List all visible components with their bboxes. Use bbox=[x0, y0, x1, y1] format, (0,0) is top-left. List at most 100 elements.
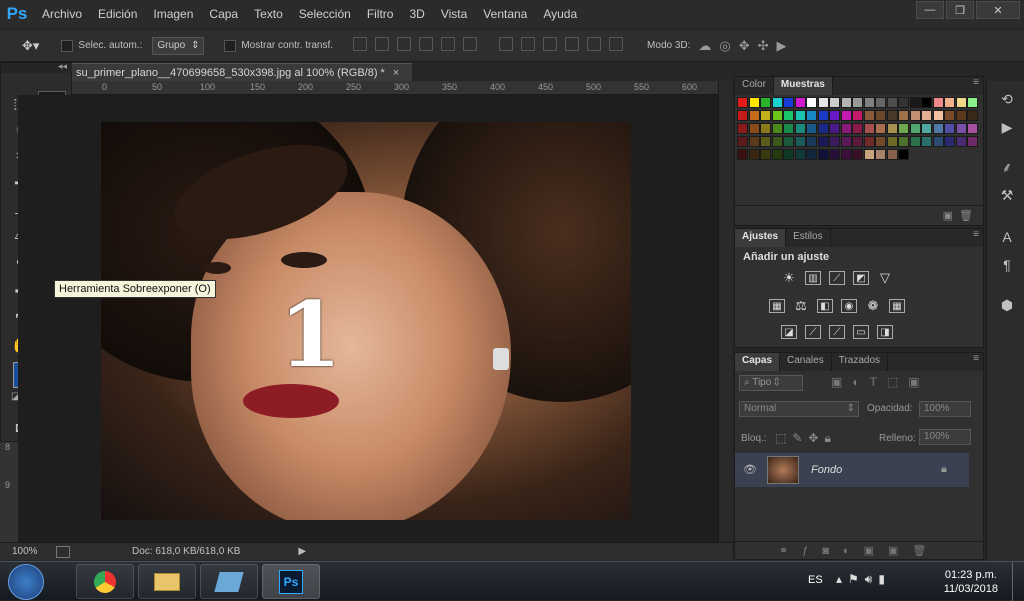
new-swatch-icon[interactable]: ▣ bbox=[943, 209, 953, 222]
color-swatch[interactable] bbox=[737, 149, 748, 160]
color-swatch[interactable] bbox=[886, 110, 898, 121]
tray-icons[interactable]: ▴⚑🔊︎▮ bbox=[836, 572, 891, 587]
color-swatch[interactable] bbox=[760, 136, 771, 147]
photo-filter-icon[interactable]: ◉ bbox=[841, 299, 857, 313]
distribute-right-icon[interactable] bbox=[609, 37, 624, 51]
tab-layers[interactable]: Capas bbox=[735, 353, 781, 371]
color-swatch[interactable] bbox=[886, 136, 898, 147]
show-desktop-button[interactable] bbox=[1012, 562, 1024, 601]
tab-adjustments[interactable]: Ajustes bbox=[735, 229, 787, 247]
clock[interactable]: 01:23 p.m. 11/03/2018 bbox=[944, 568, 998, 596]
color-swatch[interactable] bbox=[748, 97, 760, 108]
color-swatch[interactable] bbox=[967, 136, 978, 147]
vertical-scrollbar[interactable] bbox=[718, 81, 732, 542]
tab-channels[interactable]: Canales bbox=[780, 353, 832, 371]
color-swatch[interactable] bbox=[863, 136, 875, 147]
distribute-bottom-icon[interactable] bbox=[543, 37, 558, 51]
color-swatch[interactable] bbox=[748, 123, 760, 134]
distribute-hcenter-icon[interactable] bbox=[587, 37, 602, 51]
color-swatch[interactable] bbox=[817, 110, 829, 121]
color-swatch[interactable] bbox=[909, 136, 921, 147]
document-tab[interactable]: su_primer_plano__470699658_530x398.jpg a… bbox=[72, 63, 412, 81]
distribute-left-icon[interactable] bbox=[565, 37, 580, 51]
color-swatch[interactable] bbox=[737, 110, 748, 121]
color-swatch[interactable] bbox=[771, 149, 783, 160]
paragraph-icon[interactable]: ¶ bbox=[997, 255, 1017, 275]
color-swatch[interactable] bbox=[852, 123, 863, 134]
status-arrow-icon[interactable]: ▶ bbox=[298, 546, 306, 557]
color-swatch[interactable] bbox=[737, 136, 748, 147]
color-swatch[interactable] bbox=[852, 136, 863, 147]
color-swatch[interactable] bbox=[748, 136, 760, 147]
color-swatch[interactable] bbox=[783, 97, 794, 108]
color-swatch[interactable] bbox=[737, 123, 748, 134]
color-swatch[interactable] bbox=[771, 97, 783, 108]
document-image[interactable]: 1 bbox=[101, 122, 631, 520]
close-button[interactable]: ✕ bbox=[976, 1, 1020, 19]
photoshop-taskbar-button[interactable]: Ps bbox=[262, 564, 320, 599]
collapse-icon[interactable]: ◂◂ bbox=[58, 61, 67, 72]
menu-seleccion[interactable]: Selección bbox=[291, 7, 359, 21]
color-swatch[interactable] bbox=[840, 149, 852, 160]
color-swatch[interactable] bbox=[817, 123, 829, 134]
auto-select-checkbox[interactable] bbox=[61, 39, 74, 52]
color-swatch[interactable] bbox=[909, 110, 921, 121]
color-swatch[interactable] bbox=[967, 123, 978, 134]
color-swatch[interactable] bbox=[875, 136, 886, 147]
exposure-icon[interactable]: ◩ bbox=[853, 271, 869, 285]
gradient-map-icon[interactable]: ▭ bbox=[853, 325, 869, 339]
eye-icon[interactable]: 👁︎ bbox=[743, 463, 757, 476]
color-swatch[interactable] bbox=[806, 136, 817, 147]
menu-imagen[interactable]: Imagen bbox=[145, 7, 201, 21]
color-lookup-icon[interactable]: ▦ bbox=[889, 299, 905, 313]
color-swatch[interactable] bbox=[794, 136, 806, 147]
color-swatch[interactable] bbox=[806, 97, 817, 108]
color-swatch[interactable] bbox=[967, 97, 978, 108]
color-swatch[interactable] bbox=[875, 149, 886, 160]
color-swatch[interactable] bbox=[783, 136, 794, 147]
restore-button[interactable]: ❐ bbox=[946, 1, 974, 19]
menu-filtro[interactable]: Filtro bbox=[359, 7, 402, 21]
color-swatch[interactable] bbox=[955, 123, 967, 134]
menu-texto[interactable]: Texto bbox=[246, 7, 291, 21]
color-swatch[interactable] bbox=[932, 136, 944, 147]
status-menu-icon[interactable] bbox=[56, 545, 70, 558]
color-swatch[interactable] bbox=[886, 149, 898, 160]
chrome-taskbar-button[interactable] bbox=[76, 564, 134, 599]
color-swatch[interactable] bbox=[817, 136, 829, 147]
panel-menu-icon[interactable]: ≡ bbox=[973, 353, 983, 371]
selective-color-icon[interactable]: ◨ bbox=[877, 325, 893, 339]
threshold-icon[interactable]: ⟋ bbox=[829, 325, 845, 339]
group-select[interactable]: Grupo ⇕ bbox=[152, 36, 205, 55]
color-swatch[interactable] bbox=[829, 110, 840, 121]
color-swatch[interactable] bbox=[898, 136, 909, 147]
panel-menu-icon[interactable]: ≡ bbox=[973, 229, 983, 247]
color-swatch[interactable] bbox=[760, 110, 771, 121]
menu-vista[interactable]: Vista bbox=[433, 7, 475, 21]
start-button[interactable] bbox=[8, 564, 44, 600]
character-icon[interactable]: A bbox=[997, 227, 1017, 247]
color-swatch[interactable] bbox=[921, 136, 932, 147]
color-swatch[interactable] bbox=[909, 97, 921, 108]
color-swatch[interactable] bbox=[829, 123, 840, 134]
color-swatch[interactable] bbox=[840, 136, 852, 147]
color-swatch[interactable] bbox=[806, 110, 817, 121]
color-swatch[interactable] bbox=[840, 97, 852, 108]
color-swatch[interactable] bbox=[967, 110, 978, 121]
color-swatch[interactable] bbox=[771, 110, 783, 121]
tab-paths[interactable]: Trazados bbox=[832, 353, 889, 371]
levels-icon[interactable]: ▥ bbox=[805, 271, 821, 285]
color-swatch[interactable] bbox=[921, 97, 932, 108]
color-swatch[interactable] bbox=[955, 136, 967, 147]
align-vcenter-icon[interactable] bbox=[375, 37, 390, 51]
menu-3d[interactable]: 3D bbox=[401, 7, 432, 21]
zoom-level[interactable]: 100% bbox=[12, 546, 52, 557]
color-swatch[interactable] bbox=[886, 97, 898, 108]
color-swatch[interactable] bbox=[932, 110, 944, 121]
trash-icon[interactable]: 🗑︎ bbox=[959, 209, 973, 222]
channel-mixer-icon[interactable]: ❁ bbox=[865, 298, 881, 313]
tab-close-icon[interactable]: × bbox=[393, 67, 399, 79]
brush-preset-icon[interactable]: ⸙ bbox=[997, 157, 1017, 177]
color-swatch[interactable] bbox=[898, 97, 909, 108]
menu-ayuda[interactable]: Ayuda bbox=[535, 7, 585, 21]
